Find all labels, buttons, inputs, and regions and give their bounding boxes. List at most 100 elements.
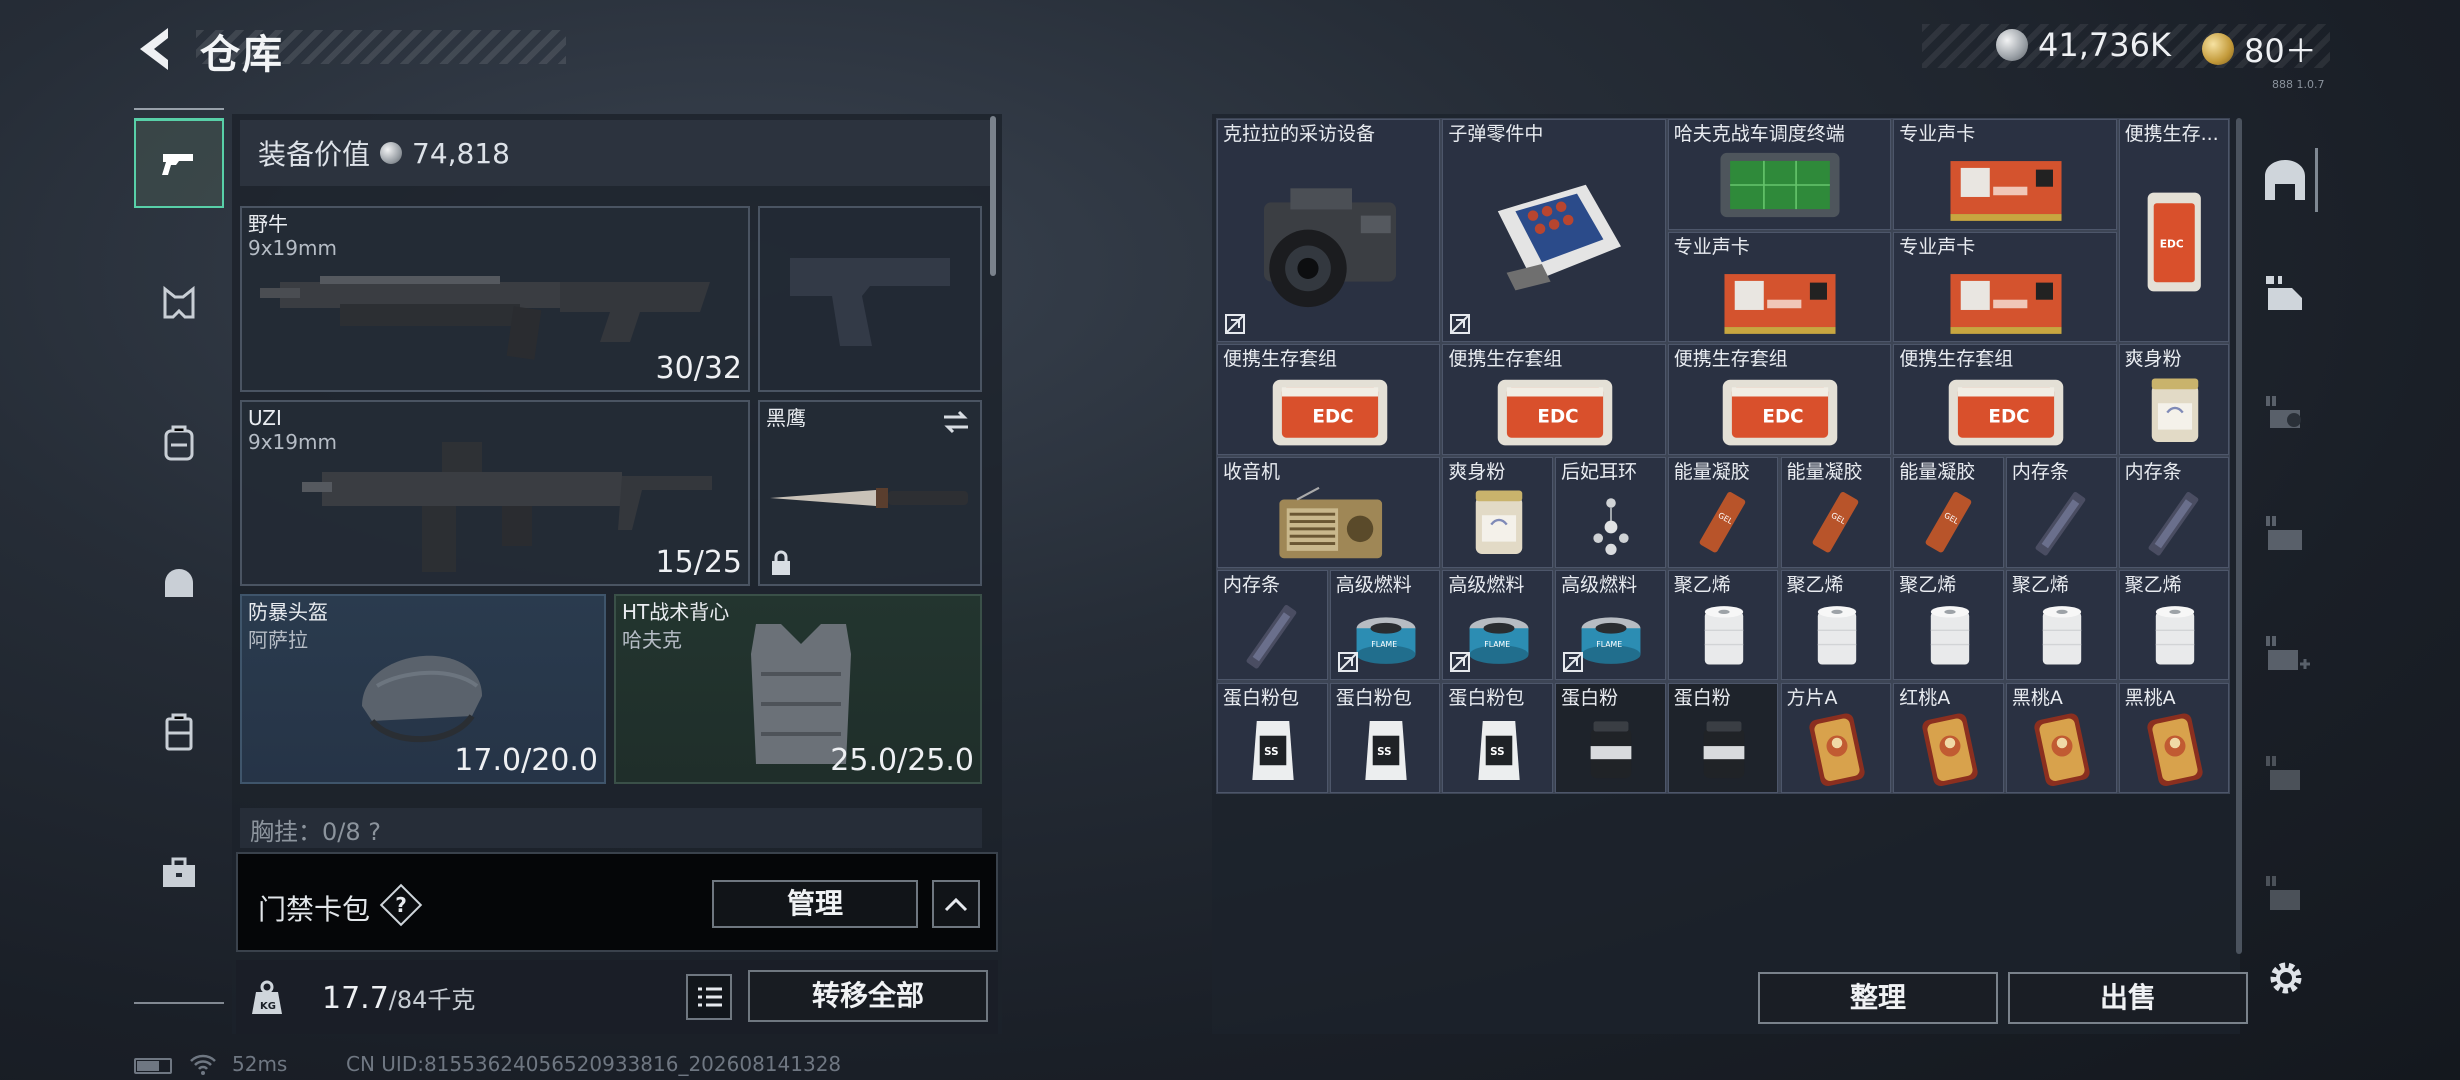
tab-case[interactable] xyxy=(134,688,224,778)
warehouse-item-survival-kit[interactable]: 便携生存套组 EDC xyxy=(1667,344,1892,456)
primary-weapon-slot[interactable]: 野牛 9x19mm 30/32 xyxy=(240,206,750,392)
warehouse-item-fuel-can[interactable]: 高级燃料 FLAME xyxy=(1442,569,1554,681)
warehouse-item-radio[interactable]: 收音机 xyxy=(1217,457,1441,568)
right-tab-storage-4[interactable] xyxy=(2254,622,2318,686)
warehouse-item-powder-can[interactable]: 爽身粉 xyxy=(1442,457,1554,568)
item-name: 蛋白粉 xyxy=(1561,686,1619,709)
warehouse-item-poly-roll[interactable]: 聚乙烯 xyxy=(2118,569,2230,681)
warehouse-item-powder-can[interactable]: 爽身粉 xyxy=(2118,344,2230,456)
warehouse-item-protein-jar[interactable]: 蛋白粉 xyxy=(1555,682,1666,794)
chest-rig-row[interactable]: 胸挂：0/8 ? xyxy=(240,808,982,848)
item-name: 子弹零件中 xyxy=(1448,123,1544,145)
warehouse-item-card[interactable]: 红桃A xyxy=(1893,682,2004,794)
warehouse-item-protein-jar[interactable]: 蛋白粉 xyxy=(1667,682,1779,794)
wifi-icon xyxy=(190,1054,216,1075)
protein-jar-icon xyxy=(1579,714,1643,788)
item-name: 聚乙烯 xyxy=(2124,573,2182,596)
warehouse-grid: 克拉拉的采访设备 子弹零件中 哈夫克战车调度终端 专业声卡 便携生存... EDC 专业声卡… xyxy=(1216,118,2230,794)
swap-icon[interactable] xyxy=(940,408,972,436)
silver-currency: 41,736K xyxy=(1996,26,2171,64)
card-icon xyxy=(2142,711,2208,791)
warehouse-scrollbar[interactable] xyxy=(2236,118,2242,954)
warehouse-item-gel[interactable]: 能量凝胶 GEL xyxy=(1780,457,1892,568)
tab-bag[interactable] xyxy=(134,538,224,628)
melee-slot[interactable]: 黑鹰 xyxy=(758,400,982,586)
smg-bison-icon xyxy=(260,276,710,360)
tab-backpack[interactable] xyxy=(134,398,224,488)
warehouse-item-protein-bag[interactable]: 蛋白粉包 SS xyxy=(1217,682,1328,794)
helmet-slot[interactable]: 防暴头盔 阿萨拉 17.0/20.0 xyxy=(240,594,606,784)
survival-kit-tall-icon: EDC xyxy=(2137,186,2213,302)
item-name: 蛋白粉包 xyxy=(1448,686,1525,709)
warehouse-item-ram[interactable]: 内存条 xyxy=(1217,569,1328,681)
warehouse-item-earring[interactable]: 后妃耳环 xyxy=(1555,457,1666,568)
warehouse-item-parts-box[interactable]: 子弹零件中 xyxy=(1442,119,1666,343)
tab-weapons[interactable] xyxy=(134,118,224,208)
svg-text:KG: KG xyxy=(260,1001,276,1012)
card-icon xyxy=(1917,711,1983,791)
item-name: 能量凝胶 xyxy=(1673,461,1750,484)
gear-icon xyxy=(2270,962,2302,994)
warehouse-item-gel[interactable]: 能量凝胶 GEL xyxy=(1667,457,1779,568)
warehouse-item-sound-card[interactable]: 专业声卡 xyxy=(1893,231,2117,343)
item-name: 克拉拉的采访设备 xyxy=(1223,123,1376,145)
warehouse-item-sound-card[interactable]: 专业声卡 xyxy=(1667,231,1892,343)
warehouse-item-poly-roll[interactable]: 聚乙烯 xyxy=(1667,569,1779,681)
warehouse-item-poly-roll[interactable]: 聚乙烯 xyxy=(1893,569,2004,681)
equipment-scrollbar[interactable] xyxy=(990,116,996,276)
armor-slot[interactable]: HT战术背心 哈夫克 25.0/25.0 xyxy=(614,594,982,784)
warehouse-item-poly-roll[interactable]: 聚乙烯 xyxy=(2005,569,2117,681)
warehouse-item-gel[interactable]: 能量凝胶 GEL xyxy=(1893,457,2004,568)
slot-caliber: 9x19mm xyxy=(248,236,337,260)
warehouse-item-terminal[interactable]: 哈夫克战车调度终端 xyxy=(1667,119,1892,230)
warehouse-item-card[interactable]: 黑桃A xyxy=(2118,682,2230,794)
help-icon[interactable]: ? xyxy=(379,883,423,927)
warehouse-item-survival-kit[interactable]: 便携生存套组 EDC xyxy=(1217,344,1441,456)
right-tab-storage-6[interactable] xyxy=(2254,862,2318,926)
warehouse-item-ram[interactable]: 内存条 xyxy=(2005,457,2117,568)
sound-card-icon xyxy=(1941,144,2071,228)
item-name: 聚乙烯 xyxy=(1899,573,1957,596)
warehouse-item-survival-kit[interactable]: 便携生存套组 EDC xyxy=(1893,344,2117,456)
tab-toolbox[interactable] xyxy=(134,828,224,918)
warehouse-item-poly-roll[interactable]: 聚乙烯 xyxy=(1780,569,1892,681)
warehouse-item-fuel-can[interactable]: 高级燃料 FLAME xyxy=(1329,569,1441,681)
tidy-button[interactable]: 整理 xyxy=(1758,972,1998,1024)
right-tab-storage-5[interactable] xyxy=(2254,742,2318,806)
storage-misc-icon xyxy=(2266,876,2300,910)
warehouse-item-card[interactable]: 方片A xyxy=(1780,682,1892,794)
warehouse-item-card[interactable]: 黑桃A xyxy=(2005,682,2117,794)
protein-jar-icon xyxy=(1692,714,1756,788)
protein-bag-icon: SS xyxy=(1355,713,1417,789)
warehouse-item-protein-bag[interactable]: 蛋白粉包 SS xyxy=(1442,682,1554,794)
item-name: 专业声卡 xyxy=(1899,235,1976,258)
gold-currency[interactable]: 80＋ xyxy=(2202,26,2317,72)
item-name: 蛋白粉包 xyxy=(1335,686,1412,709)
item-name: 后妃耳环 xyxy=(1561,461,1638,484)
warehouse-item-survival-kit[interactable]: 便携生存套组 EDC xyxy=(1442,344,1666,456)
sell-button[interactable]: 出售 xyxy=(2008,972,2248,1024)
pistol-slot[interactable] xyxy=(758,206,982,392)
warehouse-item-survival-kit-tall[interactable]: 便携生存... EDC xyxy=(2118,119,2230,343)
warehouse-item-fuel-can[interactable]: 高级燃料 FLAME xyxy=(1555,569,1666,681)
secondary-weapon-slot[interactable]: UZI 9x19mm 15/25 xyxy=(240,400,750,586)
manage-button[interactable]: 管理 xyxy=(712,880,918,928)
warehouse-item-protein-bag[interactable]: 蛋白粉包 SS xyxy=(1329,682,1441,794)
svg-text:EDC: EDC xyxy=(1763,406,1804,427)
tab-chest-rig[interactable] xyxy=(134,258,224,348)
warehouse-item-sound-card[interactable]: 专业声卡 xyxy=(1893,119,2117,230)
survival-kit-icon: EDC xyxy=(1715,369,1845,454)
settings-button[interactable] xyxy=(2254,946,2318,1010)
warehouse-item-camera[interactable]: 克拉拉的采访设备 xyxy=(1217,119,1441,343)
collapse-button[interactable] xyxy=(932,880,980,928)
list-view-button[interactable] xyxy=(686,974,732,1020)
transfer-all-button[interactable]: 转移全部 xyxy=(748,970,988,1022)
right-tab-storage-2[interactable] xyxy=(2254,382,2318,446)
right-tab-warehouse[interactable] xyxy=(2254,148,2318,212)
slot-brand: 阿萨拉 xyxy=(248,628,308,652)
right-tab-storage-1[interactable] xyxy=(2254,262,2318,326)
slot-name: UZI xyxy=(248,406,282,430)
right-tab-storage-3[interactable] xyxy=(2254,502,2318,566)
warehouse-item-ram[interactable]: 内存条 xyxy=(2118,457,2230,568)
back-arrow-icon[interactable] xyxy=(132,24,182,74)
